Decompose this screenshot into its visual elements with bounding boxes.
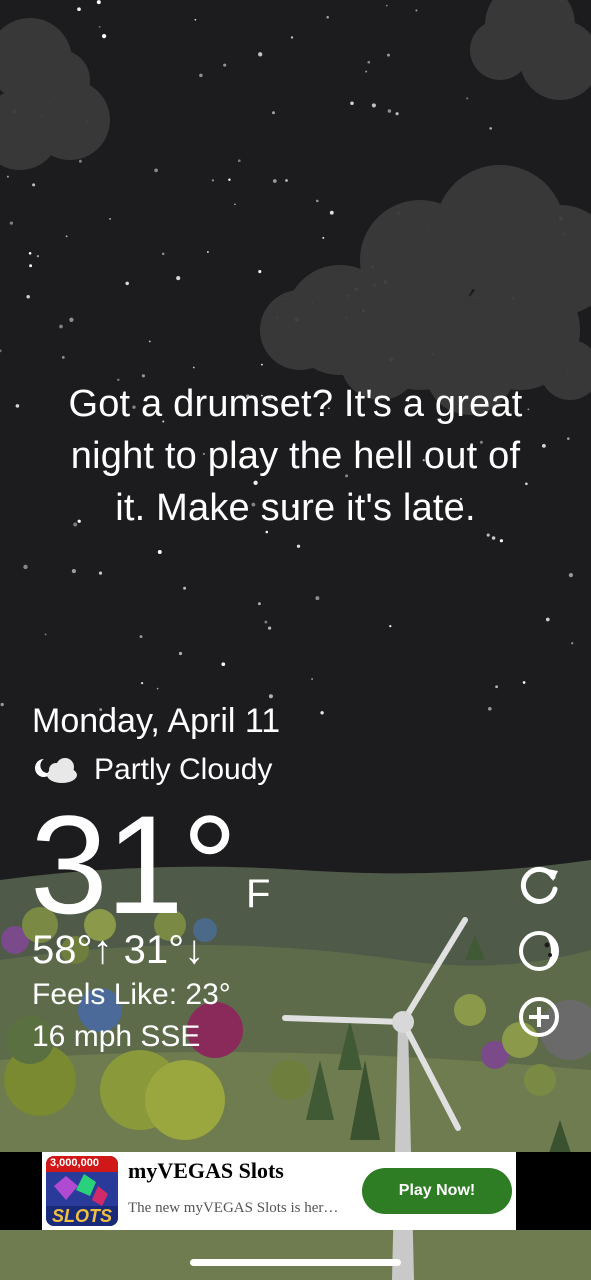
ad-banner[interactable]: 3,000,000 SLOTS myVEGAS Slots The new my…: [42, 1152, 516, 1230]
wind-speed: 16 mph SSE: [32, 1020, 201, 1053]
add-location-button[interactable]: [516, 994, 562, 1040]
ad-logo-text: SLOTS: [52, 1206, 113, 1226]
night-landscape-background: [0, 0, 591, 1280]
quote-line-2: night to play the hell out of: [70, 435, 521, 477]
low-temp: 31°: [123, 928, 185, 972]
play-now-button[interactable]: Play Now!: [362, 1168, 512, 1214]
condition-label: Partly Cloudy: [94, 753, 273, 786]
current-temperature: 31°: [30, 786, 238, 943]
ad-logo: 3,000,000 SLOTS: [46, 1156, 118, 1226]
feels-like: Feels Like: 23°: [32, 978, 231, 1011]
moon-phase-icon: [519, 931, 559, 971]
ad-badge: 3,000,000: [50, 1157, 99, 1169]
partly-cloudy-night-icon: [34, 758, 77, 783]
refresh-icon: [520, 866, 558, 904]
condition-row: Partly Cloudy: [32, 752, 272, 788]
quote-line-3: it. Make sure it's late.: [115, 487, 476, 529]
quote-line-1: Got a drumset? It's a great: [68, 383, 523, 425]
up-arrow-icon: ↑: [92, 928, 113, 972]
ad-title: myVEGAS Slots: [128, 1158, 284, 1183]
moon-phase-button[interactable]: [516, 928, 562, 974]
forecast-date: Monday, April 11: [32, 702, 281, 740]
add-icon: [519, 997, 559, 1037]
high-temp: 58°: [32, 928, 93, 972]
temperature-unit: F: [246, 872, 271, 916]
refresh-button[interactable]: [516, 862, 562, 908]
ad-description: The new myVEGAS Slots is her…: [128, 1200, 339, 1216]
high-low-row: 58°↑ 31°↓: [32, 928, 204, 973]
weather-quote: Got a drumset? It's a great night to pla…: [20, 378, 571, 534]
home-indicator[interactable]: [190, 1259, 401, 1266]
down-arrow-icon: ↓: [184, 928, 205, 972]
